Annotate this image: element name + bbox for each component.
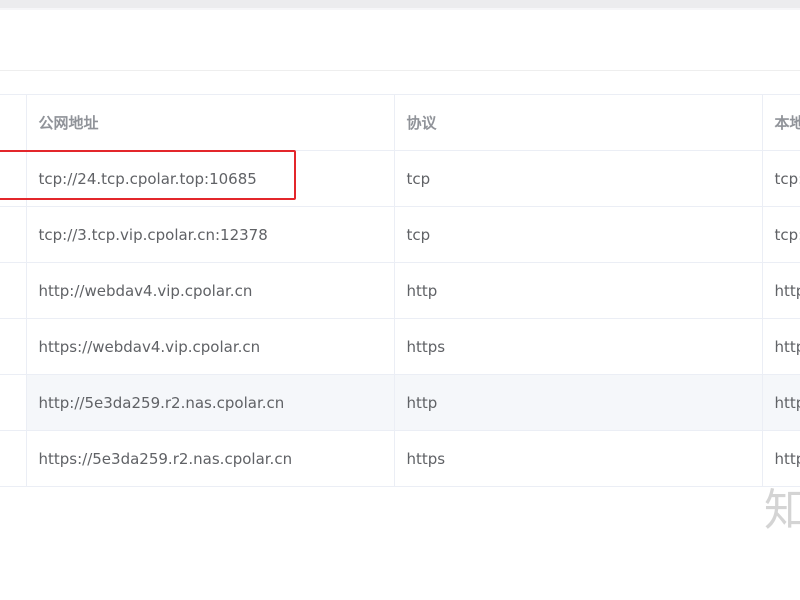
empty-area	[0, 488, 800, 600]
local-address-cell: http	[761, 318, 800, 375]
public-address-cell[interactable]: http://5e3da259.r2.nas.cpolar.cn	[25, 374, 394, 431]
local-address-cell: tcp:	[761, 206, 800, 263]
table-row[interactable]: tcp://3.tcp.vip.cpolar.cn:12378 tcp tcp:	[0, 206, 800, 263]
toolbar-area	[0, 10, 800, 71]
protocol-cell: http	[393, 262, 762, 319]
table-row[interactable]: tcp://24.tcp.cpolar.top:10685 tcp tcp:	[0, 150, 800, 207]
protocol-cell: tcp	[393, 150, 762, 207]
row-edge-cell	[0, 150, 26, 207]
tunnel-table: 公网地址 协议 本地 tcp://24.tcp.cpolar.top:10685…	[0, 94, 800, 487]
local-address-cell: tcp:	[761, 150, 800, 207]
row-edge-cell	[0, 206, 26, 263]
table-row[interactable]: http://webdav4.vip.cpolar.cn http http	[0, 262, 800, 319]
header-local-address: 本地	[761, 94, 800, 151]
public-address-cell[interactable]: tcp://3.tcp.vip.cpolar.cn:12378	[25, 206, 394, 263]
table-row[interactable]: https://5e3da259.r2.nas.cpolar.cn https …	[0, 430, 800, 487]
header-public-address: 公网地址	[25, 94, 394, 151]
protocol-cell: tcp	[393, 206, 762, 263]
table-row-hovered[interactable]: http://5e3da259.r2.nas.cpolar.cn http ht…	[0, 374, 800, 431]
public-address-cell[interactable]: tcp://24.tcp.cpolar.top:10685	[25, 150, 394, 207]
protocol-cell: https	[393, 430, 762, 487]
top-strip	[0, 0, 800, 8]
protocol-cell: https	[393, 318, 762, 375]
tunnel-table-wrapper: 公网地址 协议 本地 tcp://24.tcp.cpolar.top:10685…	[0, 94, 800, 488]
row-edge-cell	[0, 374, 26, 431]
public-address-cell[interactable]: http://webdav4.vip.cpolar.cn	[25, 262, 394, 319]
watermark-text: 知	[764, 485, 800, 536]
row-edge-cell	[0, 262, 26, 319]
public-address-cell[interactable]: https://5e3da259.r2.nas.cpolar.cn	[25, 430, 394, 487]
table-header-row: 公网地址 协议 本地	[0, 94, 800, 151]
protocol-cell: http	[393, 374, 762, 431]
table-row[interactable]: https://webdav4.vip.cpolar.cn https http	[0, 318, 800, 375]
row-edge-cell	[0, 318, 26, 375]
local-address-cell: http	[761, 374, 800, 431]
header-cell-edge	[0, 94, 26, 151]
header-protocol: 协议	[393, 94, 762, 151]
public-address-cell[interactable]: https://webdav4.vip.cpolar.cn	[25, 318, 394, 375]
row-edge-cell	[0, 430, 26, 487]
local-address-cell: http	[761, 262, 800, 319]
